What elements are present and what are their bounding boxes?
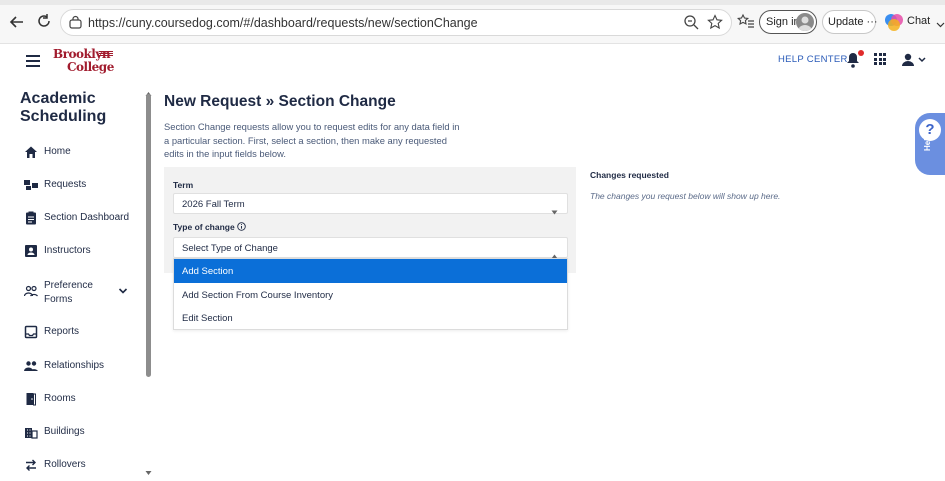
reload-icon[interactable]	[35, 13, 53, 31]
sidebar-item-label: Rollovers	[44, 459, 86, 470]
zoom-icon[interactable]	[683, 14, 699, 30]
chat-label: Chat	[907, 15, 931, 27]
door-icon	[24, 392, 38, 406]
notification-badge	[858, 50, 864, 56]
favorites-list-icon[interactable]	[736, 13, 755, 31]
sidebar-item-label: Relationships	[44, 360, 105, 371]
address-bar[interactable]: https://cuny.coursedog.com/#/dashboard/r…	[60, 9, 732, 36]
copilot-icon	[884, 12, 904, 37]
sign-in-button[interactable]: Sign in	[759, 10, 817, 34]
sidebar-item-buildings[interactable]: Buildings	[24, 422, 144, 444]
home-icon	[24, 145, 38, 159]
profile-avatar-icon	[796, 13, 814, 31]
apps-grid-icon[interactable]	[874, 53, 886, 65]
page-title: New Request » Section Change	[164, 93, 396, 110]
caret-down-icon	[551, 202, 558, 215]
sidebar: Academic Scheduling Home Requests Sectio…	[0, 80, 155, 471]
type-of-change-label: Type of change	[173, 222, 246, 232]
sidebar-item-label: Instructors	[44, 245, 91, 256]
page-description: Section Change requests allow you to req…	[164, 121, 460, 159]
url-text: https://cuny.coursedog.com/#/dashboard/r…	[88, 16, 478, 30]
chevron-down-icon	[936, 16, 945, 34]
swap-icon	[24, 458, 38, 472]
caret-up-icon	[551, 246, 558, 259]
sidebar-item-label: Reports	[44, 326, 80, 337]
sidebar-item-reports[interactable]: Reports	[24, 322, 144, 344]
requests-icon	[24, 178, 38, 192]
changes-requested-note: The changes you request below will show …	[590, 191, 781, 201]
term-select[interactable]: 2026 Fall Term	[173, 193, 568, 215]
scroll-up-arrow-icon[interactable]	[145, 84, 152, 96]
sidebar-item-label: Buildings	[44, 426, 85, 437]
logo-line-2: College	[67, 60, 114, 74]
sidebar-title: Academic Scheduling	[20, 90, 107, 125]
favorite-star-icon[interactable]	[707, 14, 723, 30]
chevron-down-icon[interactable]	[117, 284, 129, 296]
type-of-change-select[interactable]: Select Type of Change	[173, 237, 568, 259]
sidebar-item-preference-forms[interactable]: Preference Forms	[23, 280, 144, 305]
update-button[interactable]: Update ···	[822, 10, 878, 34]
help-center-link[interactable]: HELP CENTER	[778, 54, 848, 65]
tab-strip	[0, 0, 945, 5]
update-label: Update ···	[828, 16, 878, 28]
sidebar-item-label: Home	[44, 146, 71, 157]
option-label: Edit Section	[182, 313, 233, 324]
sidebar-item-rooms[interactable]: Rooms	[24, 389, 144, 411]
browser-toolbar: https://cuny.coursedog.com/#/dashboard/r…	[0, 0, 945, 44]
menu-icon[interactable]	[26, 55, 40, 67]
scrollbar-thumb[interactable]	[146, 94, 151, 377]
sidebar-item-rollovers[interactable]: Rollovers	[24, 455, 144, 477]
inbox-icon	[24, 325, 38, 339]
sidebar-item-instructors[interactable]: Instructors	[24, 241, 144, 263]
app-header: Brooklyn College HELP CENTER	[0, 44, 945, 80]
help-widget-label: Help	[923, 133, 932, 151]
sidebar-item-label: Requests	[44, 179, 87, 190]
user-menu-button[interactable]	[901, 52, 927, 68]
dropdown-option-edit-section[interactable]: Edit Section	[174, 306, 567, 330]
copilot-chat-button[interactable]: Chat	[884, 12, 945, 34]
option-label: Add Section From Course Inventory	[182, 290, 334, 301]
dropdown-option-add-section-from-course-inventory[interactable]: Add Section From Course Inventory	[174, 283, 567, 307]
site-info-icon[interactable]	[68, 15, 83, 30]
term-label: Term	[173, 180, 194, 190]
brooklyn-college-logo[interactable]: Brooklyn College	[53, 46, 117, 76]
sidebar-item-label: Preference Forms	[44, 280, 93, 305]
building-icon	[24, 425, 38, 439]
contact-card-icon	[24, 244, 38, 258]
people-icon	[23, 284, 38, 298]
help-widget-button[interactable]: ? Help	[915, 113, 945, 175]
term-value: 2026 Fall Term	[182, 199, 245, 210]
sidebar-item-label: Rooms	[44, 393, 76, 404]
logo-tagline-mark	[99, 51, 113, 57]
info-icon[interactable]	[236, 222, 246, 231]
clipboard-icon	[24, 211, 38, 225]
sign-in-label: Sign in	[766, 16, 800, 28]
type-of-change-dropdown: Add Section Add Section From Course Inve…	[173, 258, 568, 330]
sidebar-item-label: Section Dashboard	[44, 212, 130, 223]
notifications-bell-icon[interactable]	[846, 50, 864, 68]
scroll-down-arrow-icon[interactable]	[145, 463, 152, 475]
sidebar-item-section-dashboard[interactable]: Section Dashboard	[24, 208, 144, 230]
sidebar-item-home[interactable]: Home	[24, 142, 144, 164]
group-icon	[24, 359, 38, 373]
changes-requested-title: Changes requested	[590, 170, 669, 180]
option-label: Add Section	[182, 266, 234, 277]
sidebar-scrollbar[interactable]	[145, 82, 152, 475]
back-icon[interactable]	[8, 13, 26, 31]
dropdown-option-add-section[interactable]: Add Section	[174, 259, 567, 283]
sidebar-item-relationships[interactable]: Relationships	[24, 356, 144, 378]
type-of-change-placeholder: Select Type of Change	[182, 243, 278, 254]
sidebar-item-requests[interactable]: Requests	[24, 175, 144, 197]
